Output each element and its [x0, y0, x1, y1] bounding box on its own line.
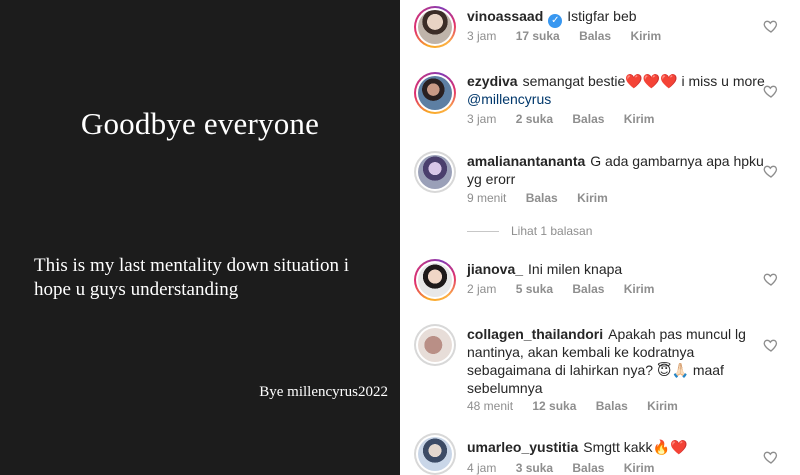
profile-photo	[418, 76, 452, 110]
comment-username[interactable]: jianova_	[467, 261, 523, 277]
comment-content-2: i miss u more	[677, 73, 765, 89]
heart-emoji-icon: ❤️❤️❤️	[625, 73, 678, 89]
reply-button[interactable]: Balas	[572, 282, 604, 296]
comment-time: 3 jam	[467, 112, 497, 126]
comment-likes[interactable]: 12 suka	[532, 399, 576, 413]
like-heart-icon[interactable]	[763, 271, 779, 287]
comment-text: vinoassaad ✓ Istigfar beb	[467, 7, 767, 28]
send-button[interactable]: Kirim	[647, 399, 678, 413]
send-button[interactable]: Kirim	[624, 282, 655, 296]
comment-likes[interactable]: 3 suka	[516, 461, 553, 475]
story-headline: Goodbye everyone	[80, 106, 320, 141]
comment-text: ezydiva semangat bestie❤️❤️❤️ i miss u mo…	[467, 72, 767, 108]
comment-likes[interactable]: 5 suka	[516, 282, 553, 296]
avatar[interactable]	[414, 433, 456, 475]
comment-text: jianova_ Ini milen knapa	[467, 260, 767, 278]
like-heart-icon[interactable]	[763, 449, 779, 465]
comment-time: 48 menit	[467, 399, 514, 413]
comment-time: 9 menit	[467, 191, 507, 205]
view-replies-label: Lihat 1 balasan	[511, 224, 593, 238]
comment-meta: 2 jam 5 suka Balas Kirim	[467, 282, 670, 296]
comment-likes[interactable]: 2 suka	[516, 112, 553, 126]
profile-photo	[418, 437, 452, 471]
comments-panel: vinoassaad ✓ Istigfar beb 3 jam 17 suka Ba…	[400, 0, 800, 475]
comment-meta: 3 jam 2 suka Balas Kirim	[467, 112, 670, 126]
comment-content: Smgtt kakk	[583, 439, 653, 455]
profile-photo	[418, 155, 452, 189]
comment-username[interactable]: amalianantananta	[467, 153, 585, 169]
comment-username[interactable]: collagen_thailandori	[467, 326, 603, 342]
verified-badge-icon: ✓	[548, 14, 563, 28]
send-button[interactable]: Kirim	[630, 29, 661, 43]
send-button[interactable]: Kirim	[577, 191, 608, 205]
comment-meta: 4 jam 3 suka Balas Kirim	[467, 461, 670, 475]
avatar[interactable]	[414, 324, 456, 366]
emoji-icon: 🔥❤️	[652, 439, 688, 455]
reply-button[interactable]: Balas	[526, 191, 558, 205]
comment-text: collagen_thailandori Apakah pas muncul lg…	[467, 325, 767, 397]
comment-time: 2 jam	[467, 282, 497, 296]
comment-username[interactable]: vinoassaad	[467, 8, 543, 24]
avatar[interactable]	[414, 259, 456, 301]
story-signoff: Bye millencyrus2022	[259, 384, 388, 400]
send-button[interactable]: Kirim	[624, 112, 655, 126]
story-panel: Goodbye everyone This is my last mentali…	[0, 0, 400, 475]
story-message: This is my last mentality down situation…	[34, 255, 350, 300]
comment-content: Istigfar beb	[567, 8, 637, 24]
profile-photo	[418, 10, 452, 44]
like-heart-icon[interactable]	[763, 163, 779, 179]
comment-time: 4 jam	[467, 461, 497, 475]
profile-photo	[418, 263, 452, 297]
emoji-icon: 😇🙏🏻	[653, 362, 689, 378]
avatar[interactable]	[414, 72, 456, 114]
like-heart-icon[interactable]	[763, 83, 779, 99]
reply-button[interactable]: Balas	[572, 461, 604, 475]
avatar[interactable]	[414, 6, 456, 48]
like-heart-icon[interactable]	[763, 18, 779, 34]
comment-likes[interactable]: 17 suka	[516, 29, 560, 43]
reply-button[interactable]: Balas	[572, 112, 604, 126]
comment-text: umarleo_yustitia Smgtt kakk🔥❤️	[467, 438, 767, 456]
like-heart-icon[interactable]	[763, 337, 779, 353]
comment-username[interactable]: umarleo_yustitia	[467, 439, 578, 455]
replies-divider	[467, 231, 499, 233]
comment-meta: 3 jam 17 suka Balas Kirim	[467, 29, 677, 43]
comment-username[interactable]: ezydiva	[467, 73, 518, 89]
profile-photo	[418, 328, 452, 362]
comment-time: 3 jam	[467, 29, 497, 43]
comment-content: Ini milen knapa	[528, 261, 623, 277]
send-button[interactable]: Kirim	[624, 461, 655, 475]
reply-button[interactable]: Balas	[596, 399, 628, 413]
reply-button[interactable]: Balas	[579, 29, 611, 43]
comment-meta: 9 menit Balas Kirim	[467, 191, 624, 205]
comment-content: semangat bestie	[522, 73, 626, 89]
avatar[interactable]	[414, 151, 456, 193]
mention-link[interactable]: @millencyrus	[467, 91, 551, 107]
comment-text: amalianantananta G ada gambarnya apa hpku…	[467, 152, 767, 188]
view-replies-button[interactable]: Lihat 1 balasan	[467, 224, 592, 238]
comment-meta: 48 menit 12 suka Balas Kirim	[467, 399, 694, 413]
